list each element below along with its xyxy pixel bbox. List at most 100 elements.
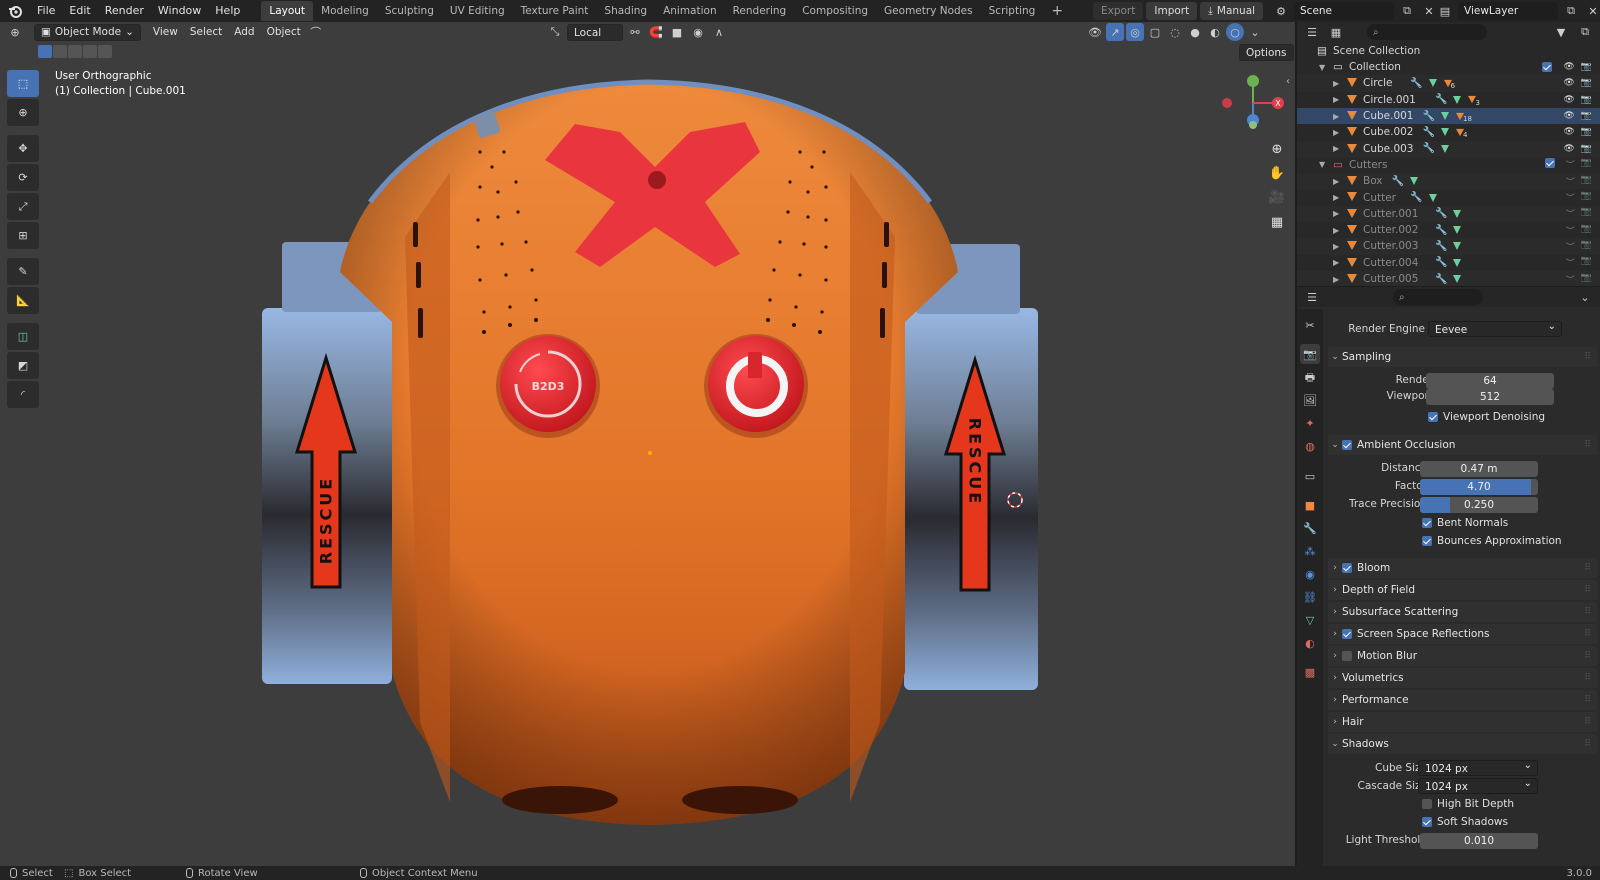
camera-render-icon[interactable]: 📷	[1581, 144, 1592, 154]
tab-texture-paint[interactable]: Texture Paint	[513, 1, 597, 21]
sidebar-toggle-icon[interactable]: ‹	[1286, 76, 1290, 87]
material-count-badge[interactable]: 6	[1443, 76, 1455, 90]
helmet-model[interactable]: B2D3 RESCUE RESCUE X	[0, 22, 1295, 866]
material-count-badge[interactable]: 4	[1455, 125, 1468, 139]
eye-closed-icon[interactable]: ︶	[1566, 256, 1575, 269]
properties-options-icon[interactable]: ⌄	[1576, 288, 1594, 306]
mesh-data-icon[interactable]	[1453, 258, 1462, 267]
view-layer-field[interactable]: ViewLayer	[1458, 2, 1558, 20]
expand-arrow-right-icon[interactable]: ▶	[1333, 177, 1339, 186]
texture-tab-icon[interactable]: ▩	[1300, 662, 1320, 682]
section-volumetrics[interactable]: › Volumetrics ⠿	[1328, 668, 1597, 688]
expand-arrow-right-icon[interactable]: ▶	[1333, 112, 1339, 121]
mesh-data-icon[interactable]	[1428, 79, 1437, 88]
menu-render[interactable]: Render	[98, 0, 151, 22]
modifier-wrench-icon[interactable]: 🔧	[1435, 241, 1447, 252]
modifier-wrench-icon[interactable]: 🔧	[1435, 225, 1447, 236]
output-tab-icon[interactable]: 🖶	[1300, 368, 1320, 388]
expand-arrow-down-icon[interactable]: ▼	[1319, 63, 1325, 72]
outliner-object-row[interactable]: ▶ Cube.003 🔧 👁 📷	[1297, 140, 1600, 157]
expand-arrow-right-icon[interactable]: ▶	[1333, 128, 1339, 137]
include-collection-checkbox[interactable]	[1544, 158, 1555, 169]
drag-handle-icon[interactable]: ⠿	[1584, 607, 1591, 617]
drag-handle-icon[interactable]: ⠿	[1584, 651, 1591, 661]
section-depth-of-field[interactable]: › Depth of Field ⠿	[1328, 580, 1597, 600]
view-layer-icon[interactable]: ▤	[1436, 2, 1454, 20]
camera-render-icon[interactable]: 📷	[1581, 175, 1592, 188]
display-mode-icon[interactable]: ▦	[1327, 23, 1345, 41]
blender-logo-icon[interactable]	[0, 0, 30, 22]
camera-render-icon[interactable]: 📷	[1581, 158, 1592, 171]
camera-view-icon[interactable]: 🎥	[1266, 186, 1288, 208]
bounces-approx-checkbox[interactable]: Bounces Approximation	[1422, 535, 1562, 547]
mesh-data-icon[interactable]	[1453, 242, 1462, 251]
eye-icon[interactable]: 👁	[1563, 95, 1574, 105]
ao-distance-field[interactable]: 0.47 m	[1420, 461, 1538, 477]
tool-tab-icon[interactable]: ✂	[1300, 315, 1320, 335]
drag-handle-icon[interactable]: ⠿	[1584, 739, 1591, 749]
material-tab-icon[interactable]: ◐	[1300, 633, 1320, 653]
drag-handle-icon[interactable]: ⠿	[1584, 629, 1591, 639]
outliner-object-row[interactable]: ▶ Cutter.004 🔧 ︶ 📷	[1297, 255, 1600, 271]
properties-editor-icon[interactable]: ☰	[1303, 288, 1321, 306]
section-performance[interactable]: › Performance ⠿	[1328, 690, 1597, 710]
camera-render-icon[interactable]: 📷	[1581, 95, 1592, 105]
camera-render-icon[interactable]: 📷	[1581, 240, 1592, 253]
object-tab-icon[interactable]: ■	[1300, 495, 1320, 515]
modifier-wrench-icon[interactable]: 🔧	[1423, 127, 1435, 138]
import-button[interactable]: Import	[1146, 2, 1198, 20]
tab-compositing[interactable]: Compositing	[794, 1, 876, 21]
menu-help[interactable]: Help	[208, 0, 247, 22]
mesh-data-icon[interactable]	[1428, 193, 1437, 202]
outliner-collection-row[interactable]: ▼ ▭ Collection 👁 📷	[1297, 59, 1600, 75]
eye-icon[interactable]: 👁	[1563, 111, 1574, 121]
mesh-data-icon[interactable]	[1453, 95, 1462, 104]
outliner-collection-row[interactable]: ▼ ▭ Cutters ︶ 📷	[1297, 157, 1600, 173]
drag-handle-icon[interactable]: ⠿	[1584, 352, 1591, 362]
modifier-wrench-icon[interactable]: 🔧	[1435, 274, 1447, 285]
constraints-tab-icon[interactable]: ⛓	[1300, 587, 1320, 607]
outliner-object-row[interactable]: ▶ Cutter.005 🔧 ︶ 📷	[1297, 270, 1600, 286]
drag-handle-icon[interactable]: ⠿	[1584, 585, 1591, 595]
shadows-section-header[interactable]: ⌄ Shadows ⠿	[1328, 734, 1597, 754]
soft-shadows-checkbox[interactable]: Soft Shadows	[1422, 816, 1508, 828]
tab-uv-editing[interactable]: UV Editing	[442, 1, 513, 21]
tab-rendering[interactable]: Rendering	[725, 1, 795, 21]
include-collection-checkbox[interactable]	[1542, 62, 1553, 73]
manual-button[interactable]: ⤓ Manual	[1200, 2, 1264, 20]
export-button[interactable]: Export	[1093, 2, 1144, 20]
expand-arrow-right-icon[interactable]: ▶	[1333, 242, 1339, 251]
particles-tab-icon[interactable]: ⁂	[1300, 541, 1320, 561]
outliner-object-row[interactable]: ▶ Cutter.002 🔧 ︶ 📷	[1297, 222, 1600, 238]
modifier-wrench-icon[interactable]: 🔧	[1435, 94, 1447, 105]
expand-arrow-right-icon[interactable]: ▶	[1333, 275, 1339, 284]
delete-view-layer-icon[interactable]: ✕	[1584, 2, 1600, 20]
ao-section-header[interactable]: ⌄ Ambient Occlusion ⠿	[1328, 435, 1597, 455]
eye-closed-icon[interactable]: ︶	[1566, 207, 1575, 220]
outliner-object-row[interactable]: ▶ Circle.001 🔧 3 👁 📷	[1297, 92, 1600, 108]
section-motion-blur[interactable]: › Motion Blur ⠿	[1328, 646, 1597, 666]
ortho-grid-icon[interactable]: ▦	[1266, 211, 1288, 233]
outliner-object-row[interactable]: ▶ Box 🔧 ︶ 📷	[1297, 173, 1600, 190]
section-subsurface-scattering[interactable]: › Subsurface Scattering ⠿	[1328, 602, 1597, 622]
menu-window[interactable]: Window	[151, 0, 208, 22]
eye-closed-icon[interactable]: ︶	[1566, 158, 1575, 171]
modifier-wrench-icon[interactable]: 🔧	[1435, 208, 1447, 219]
sampling-section-header[interactable]: ⌄ Sampling ⠿	[1328, 347, 1597, 367]
section-bloom[interactable]: › Bloom ⠿	[1328, 558, 1597, 578]
tab-animation[interactable]: Animation	[655, 1, 725, 21]
section-enable-checkbox[interactable]	[1342, 629, 1352, 639]
modifier-wrench-icon[interactable]: 🔧	[1435, 257, 1447, 268]
render-samples-field[interactable]: 64	[1426, 373, 1554, 389]
scene-collection-row[interactable]: ▤ Scene Collection	[1297, 43, 1600, 59]
drag-handle-icon[interactable]: ⠿	[1584, 440, 1591, 450]
outliner-object-row[interactable]: ▶ Cutter.003 🔧 ︶ 📷	[1297, 238, 1600, 255]
mesh-data-icon[interactable]	[1453, 226, 1462, 235]
tab-sculpting[interactable]: Sculpting	[377, 1, 442, 21]
expand-arrow-right-icon[interactable]: ▶	[1333, 209, 1339, 218]
tab-geometry-nodes[interactable]: Geometry Nodes	[876, 1, 981, 21]
expand-arrow-right-icon[interactable]: ▶	[1333, 193, 1339, 202]
ao-trace-slider[interactable]: 0.250	[1420, 497, 1538, 513]
eye-closed-icon[interactable]: ︶	[1566, 224, 1575, 237]
expand-arrow-right-icon[interactable]: ▶	[1333, 144, 1339, 153]
